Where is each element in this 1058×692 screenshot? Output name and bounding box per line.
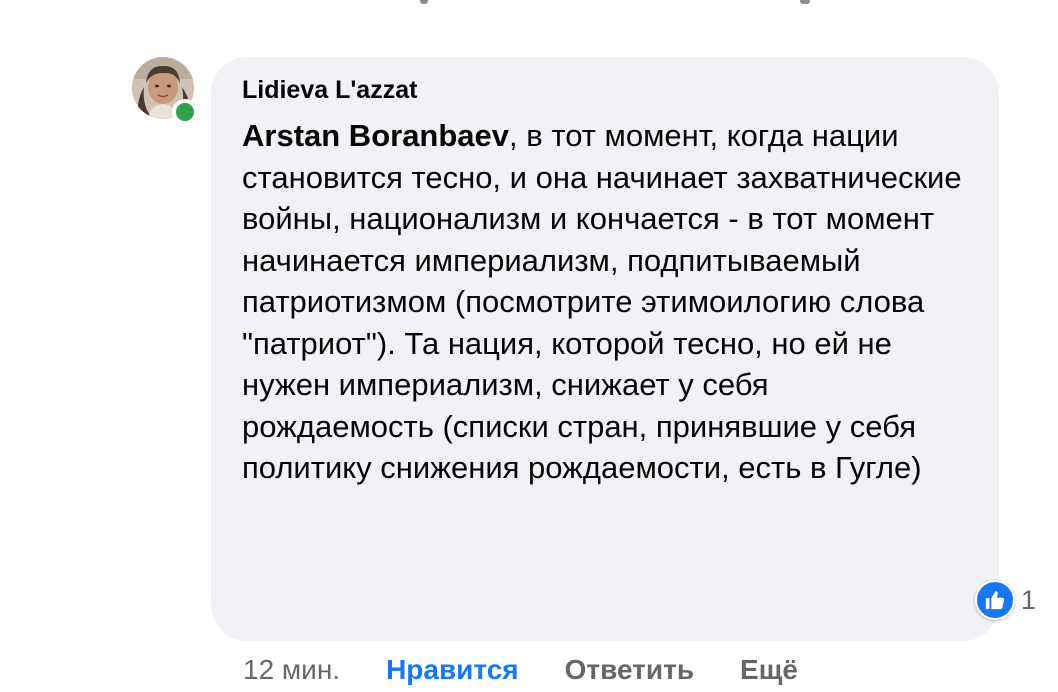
previous-content-edge <box>0 0 1058 6</box>
reply-button[interactable]: Ответить <box>565 654 694 686</box>
reaction-summary[interactable]: 1 <box>975 580 1036 620</box>
mention-link[interactable]: Arstan Boranbaev <box>242 118 509 153</box>
comment-bubble: Lidieva L'azzat Arstan Boranbaev, в тот … <box>211 57 999 641</box>
comment-author[interactable]: Lidieva L'azzat <box>242 75 969 115</box>
comment-view: Lidieva L'azzat Arstan Boranbaev, в тот … <box>0 0 1058 692</box>
online-status-dot <box>172 99 198 125</box>
avatar[interactable] <box>132 57 198 125</box>
like-icon <box>975 580 1015 620</box>
comment-body: , в тот момент, когда нации становится т… <box>242 118 962 485</box>
comment-timestamp[interactable]: 12 мин. <box>243 654 340 686</box>
comment-actions: 12 мин. Нравится Ответить Ещё <box>243 650 844 690</box>
comment-text: Arstan Boranbaev, в тот момент, когда на… <box>242 115 969 489</box>
reaction-count: 1 <box>1021 584 1037 615</box>
like-button[interactable]: Нравится <box>386 654 519 686</box>
more-button[interactable]: Ещё <box>740 654 798 686</box>
